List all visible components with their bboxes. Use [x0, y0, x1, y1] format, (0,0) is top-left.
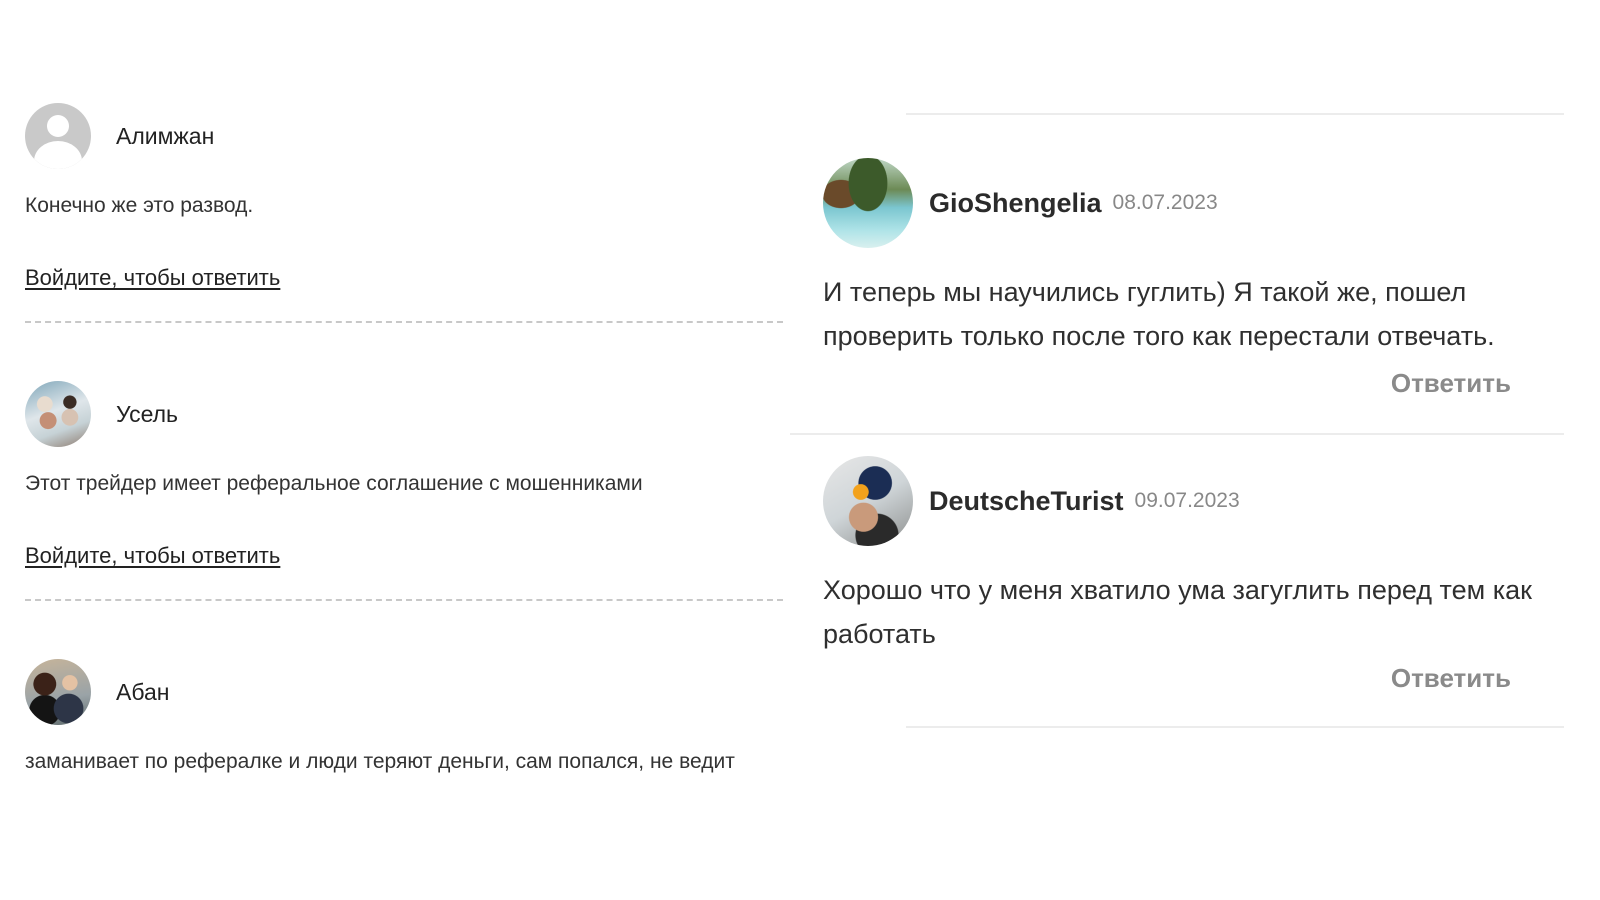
comment-header: GioShengelia 08.07.2023 [823, 158, 1563, 248]
comment-text: Этот трейдер имеет реферальное соглашени… [25, 472, 643, 495]
avatar [25, 659, 91, 725]
comment-divider [790, 433, 1564, 435]
comment-divider [906, 113, 1564, 115]
comment-divider [25, 599, 783, 601]
avatar [823, 158, 913, 248]
comment-date: 09.07.2023 [1134, 489, 1240, 512]
comment: Абан заманивает по рефералке и люди теря… [25, 659, 795, 777]
comment-text: Хорошо что у меня хватило ума загуглить … [823, 575, 1532, 649]
comment-header: Абан [25, 659, 795, 725]
comment-author: DeutscheTurist [929, 485, 1124, 516]
comment-author: Абан [116, 678, 170, 705]
comment-author: GioShengelia [929, 187, 1102, 218]
comment: GioShengelia 08.07.2023 И теперь мы науч… [823, 158, 1563, 398]
comment-text: И теперь мы научились гуглить) Я такой ж… [823, 277, 1495, 351]
login-to-reply-link[interactable]: Войдите, чтобы ответить [25, 265, 280, 291]
right-comment-panel: GioShengelia 08.07.2023 И теперь мы науч… [790, 0, 1600, 900]
comment-text: заманивает по рефералке и люди теряют де… [25, 750, 735, 773]
comment-author: Усель [116, 400, 179, 427]
login-to-reply-link[interactable]: Войдите, чтобы ответить [25, 543, 280, 569]
comment-header: DeutscheTurist 09.07.2023 [823, 456, 1563, 546]
comment: Алимжан Конечно же это развод. Войдите, … [25, 103, 795, 291]
comment-header: Усель [25, 381, 795, 447]
default-avatar-icon [25, 103, 91, 169]
comment-text: Конечно же это развод. [25, 194, 254, 217]
avatar [823, 456, 913, 546]
left-comment-panel: Алимжан Конечно же это развод. Войдите, … [0, 0, 800, 900]
comment: Усель Этот трейдер имеет реферальное сог… [25, 381, 795, 569]
comment-author: Алимжан [116, 122, 215, 149]
comment-divider [906, 726, 1564, 728]
comment-date: 08.07.2023 [1112, 191, 1218, 214]
reply-button[interactable]: Ответить [1391, 368, 1511, 399]
comment: DeutscheTurist 09.07.2023 Хорошо что у м… [823, 456, 1563, 693]
comment-header: Алимжан [25, 103, 795, 169]
reply-button[interactable]: Ответить [1391, 663, 1511, 694]
comment-divider [25, 321, 783, 323]
avatar [25, 381, 91, 447]
